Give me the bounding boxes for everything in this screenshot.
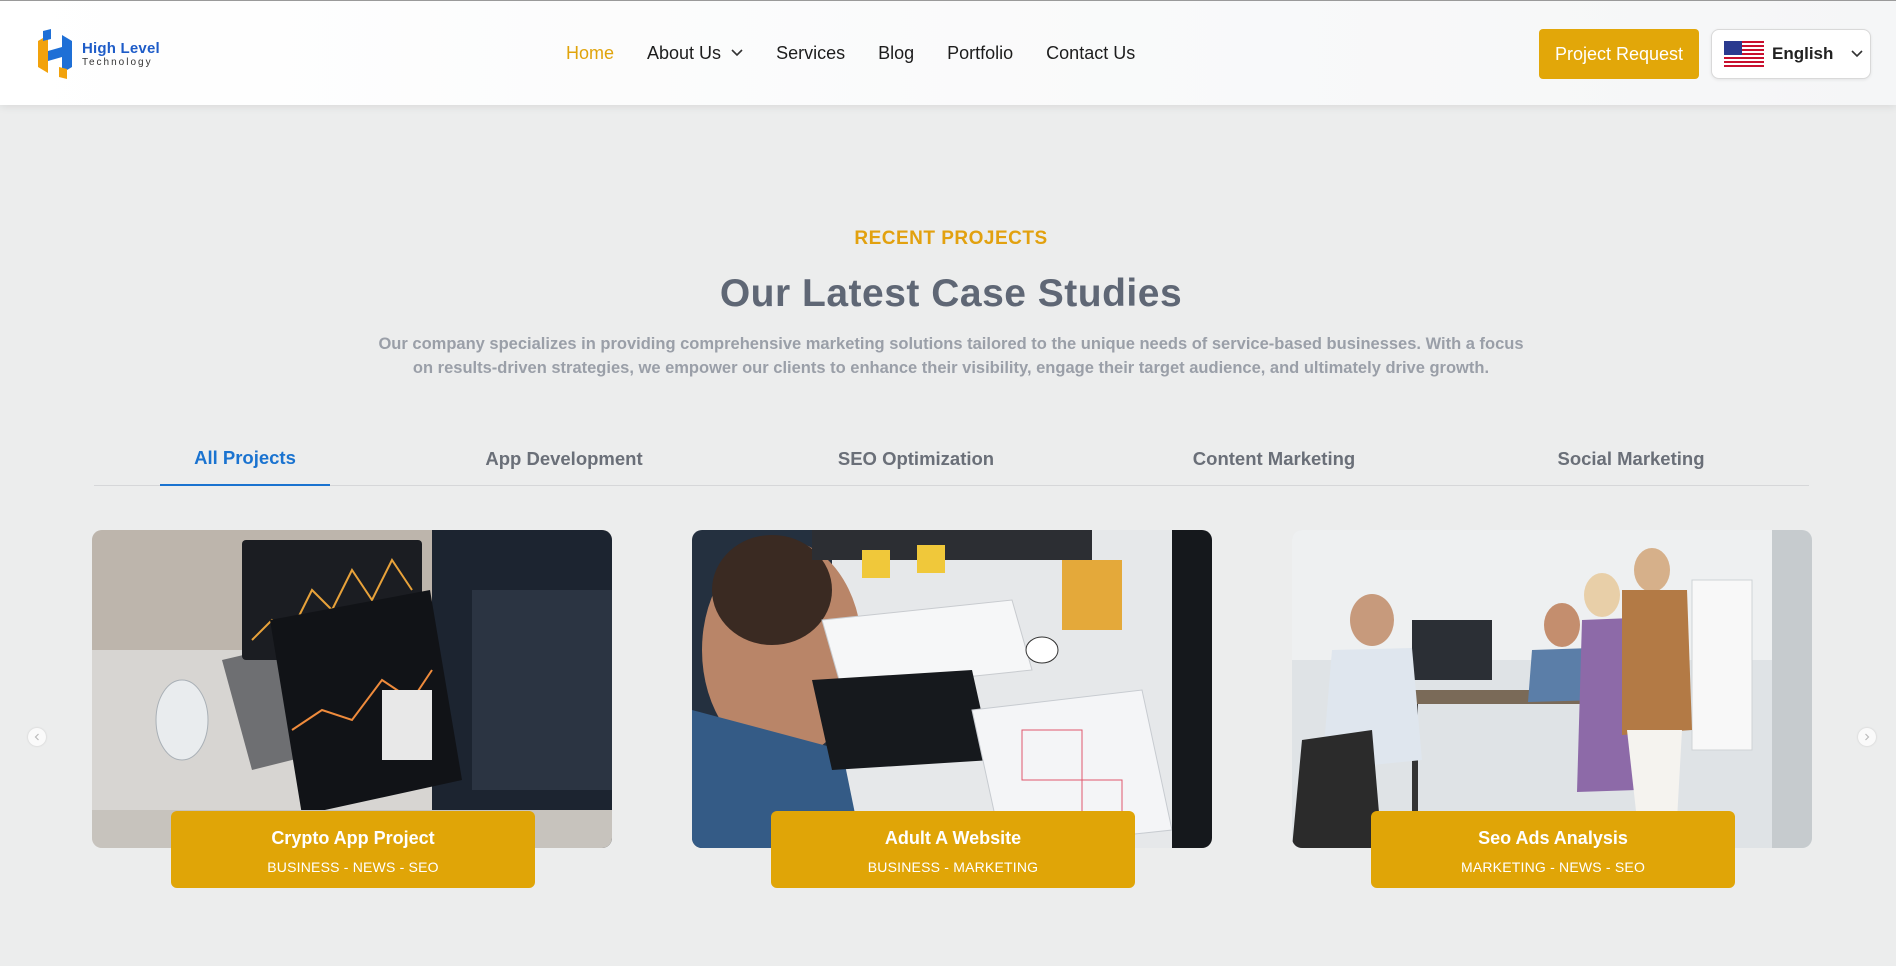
section-title: Our Latest Case Studies: [719, 272, 1183, 315]
project-card[interactable]: Seo Ads Analysis MARKETING - NEWS - SEO: [1292, 530, 1812, 888]
project-tags: BUSINESS - NEWS - SEO: [267, 859, 439, 875]
project-title: Crypto App Project: [271, 828, 435, 848]
chevron-down-icon: [1851, 50, 1863, 58]
project-card[interactable]: Adult A Website BUSINESS - MARKETING: [692, 530, 1212, 888]
project-image-crypto: [92, 530, 612, 848]
project-image-seo: [1292, 530, 1812, 848]
nav-home[interactable]: Home: [566, 43, 614, 64]
project-title: Adult A Website: [884, 828, 1022, 848]
tab-social-marketing[interactable]: Social Marketing: [1531, 432, 1731, 486]
tab-seo-optimization[interactable]: SEO Optimization: [816, 432, 1016, 486]
project-image-website: [692, 530, 1212, 848]
project-card[interactable]: Crypto App Project BUSINESS - NEWS - SEO: [92, 530, 612, 888]
section-eyebrow: RECENT PROJECTS: [854, 228, 1048, 249]
nav-contact-us[interactable]: Contact Us: [1046, 43, 1135, 64]
tab-content-marketing[interactable]: Content Marketing: [1174, 432, 1374, 486]
chevron-left-icon: [34, 733, 39, 741]
project-request-button[interactable]: Project Request: [1539, 29, 1699, 79]
tab-app-development[interactable]: App Development: [464, 432, 664, 486]
site-header: High Level Technology Home About Us Serv…: [0, 0, 1896, 105]
main-nav: Home About Us Services Blog Portfolio Co…: [566, 41, 1168, 65]
project-tags: BUSINESS - MARKETING: [867, 859, 1039, 875]
language-selector[interactable]: English: [1711, 29, 1871, 79]
chevron-right-icon: [1865, 733, 1870, 741]
nav-services[interactable]: Services: [776, 43, 845, 64]
logo-title: High Level: [82, 39, 160, 57]
project-label[interactable]: Seo Ads Analysis MARKETING - NEWS - SEO: [1371, 811, 1735, 888]
project-title: Seo Ads Analysis: [1478, 828, 1628, 848]
section-description: Our company specializes in providing com…: [378, 335, 1524, 377]
project-label[interactable]: Adult A Website BUSINESS - MARKETING: [771, 811, 1135, 888]
language-label: English: [1772, 44, 1834, 63]
nav-about-us[interactable]: About Us: [647, 43, 743, 64]
project-label[interactable]: Crypto App Project BUSINESS - NEWS - SEO: [171, 811, 535, 888]
logo-tagline: Technology: [82, 56, 153, 68]
nav-blog[interactable]: Blog: [878, 43, 914, 64]
nav-portfolio[interactable]: Portfolio: [947, 43, 1013, 64]
tab-all-projects[interactable]: All Projects: [160, 432, 330, 486]
carousel-prev-button[interactable]: [28, 728, 46, 746]
logo-mark-icon: [38, 29, 72, 79]
project-filter-tabs: All Projects App Development SEO Optimiz…: [94, 432, 1809, 486]
logo[interactable]: High Level Technology: [34, 29, 160, 79]
us-flag-icon: [1724, 41, 1764, 67]
project-tags: MARKETING - NEWS - SEO: [1460, 859, 1646, 875]
chevron-down-icon: [731, 49, 743, 57]
carousel-next-button[interactable]: [1858, 728, 1876, 746]
